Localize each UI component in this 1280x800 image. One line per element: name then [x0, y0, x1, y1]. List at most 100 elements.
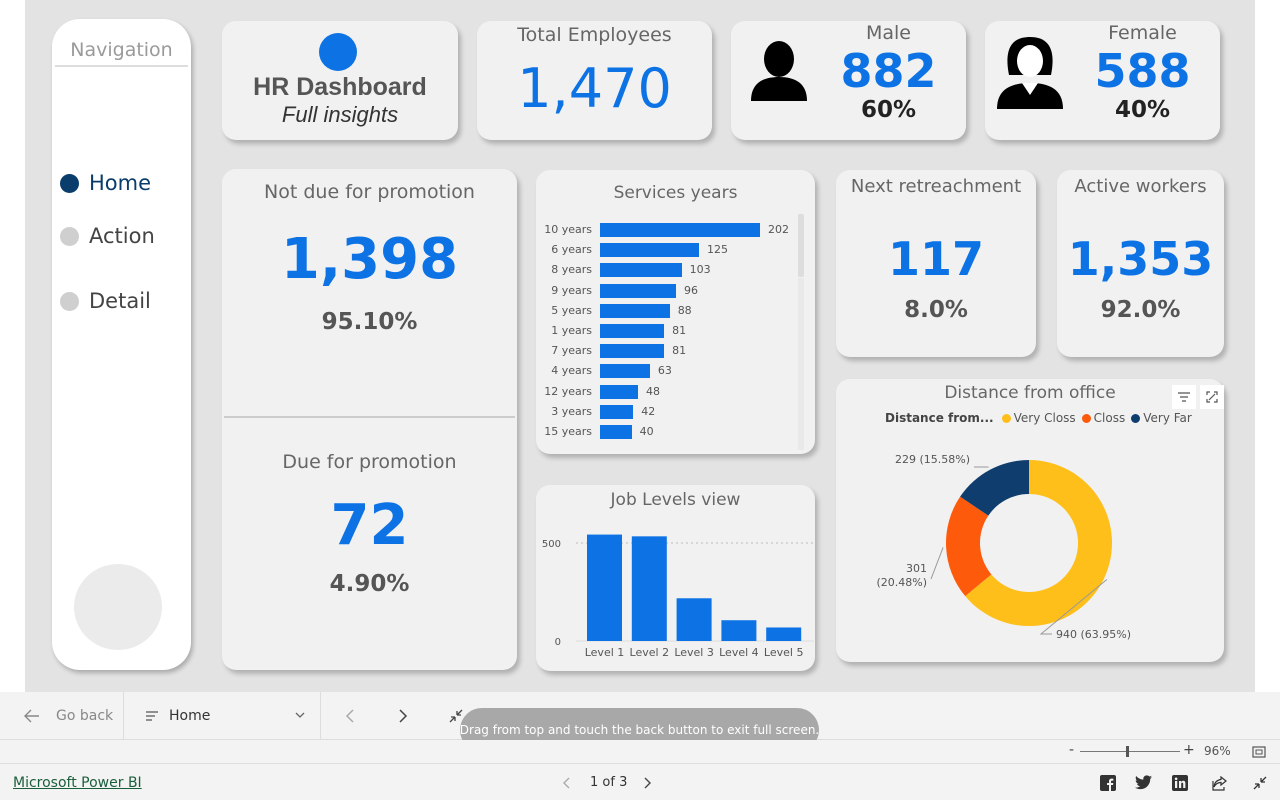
next-page-icon[interactable] — [398, 709, 408, 723]
dashboard-subtitle: Full insights — [281, 102, 399, 127]
job-levels-card: Job Levels view 500 0 Level 1 Level 2 Level … — [536, 485, 815, 671]
due-title: Due for promotion — [282, 451, 457, 473]
service-year-bar[interactable] — [600, 404, 634, 419]
linkedin-icon[interactable] — [1172, 775, 1188, 791]
job-level-bar[interactable] — [766, 627, 802, 641]
x-tick-label: Level 1 — [585, 646, 625, 659]
card-title: Active workers — [1074, 176, 1207, 197]
service-year-bar[interactable] — [600, 324, 665, 338]
bar-value-label: 81 — [672, 344, 687, 358]
donut-data-label: 301 (20.48%) — [876, 562, 927, 589]
zoom-bar: - + 96% — [0, 740, 1280, 764]
pager-previous-icon[interactable] — [562, 777, 570, 789]
retreachment-card: Next retreachment 117 8.0% — [836, 170, 1036, 357]
twitter-icon[interactable] — [1135, 775, 1152, 790]
y-tick-label: 500 — [542, 539, 561, 550]
go-back-label: Go back — [56, 708, 114, 724]
active-workers-value: 1,353 — [1067, 232, 1214, 286]
chevron-down-icon — [295, 712, 305, 718]
navigation-panel: Navigation Home Action Detail — [52, 19, 191, 670]
footer-bar: Microsoft Power BI 1 of 3 — [0, 764, 1280, 800]
bar-value-label: 103 — [689, 263, 711, 277]
exit-fullscreen-footer-icon[interactable] — [1253, 776, 1267, 790]
page-select-value: Home — [169, 708, 211, 724]
distance-card: Distance from office Distance from... Ve… — [836, 379, 1224, 662]
chart-scrollbar[interactable] — [798, 214, 804, 277]
bar-category-label: 6 years — [551, 243, 592, 257]
bar-value-label: 88 — [677, 303, 692, 317]
x-tick-label: Level 2 — [630, 646, 670, 659]
job-level-bar[interactable] — [587, 534, 622, 641]
nav-item-label: Home — [89, 171, 152, 195]
service-year-bar[interactable] — [600, 263, 682, 278]
bar-category-label: 8 years — [551, 263, 592, 277]
job-level-bar[interactable] — [676, 598, 712, 641]
bar-value-label: 81 — [672, 324, 687, 337]
card-title: Female — [1108, 22, 1177, 44]
bar-category-label: 9 years — [551, 283, 592, 297]
go-back-button[interactable]: Go back — [24, 708, 113, 724]
service-year-bar[interactable] — [600, 283, 677, 298]
bar-category-label: 5 years — [551, 303, 592, 317]
previous-page-icon[interactable] — [345, 709, 355, 723]
male-person-icon — [751, 41, 807, 101]
navigation-divider — [55, 65, 188, 67]
nav-item-home[interactable]: Home — [60, 171, 151, 195]
not-due-title: Not due for promotion — [264, 181, 475, 203]
service-year-bar[interactable] — [600, 243, 699, 258]
bar-value-label: 42 — [641, 404, 656, 418]
nav-item-detail[interactable]: Detail — [60, 289, 151, 313]
fit-to-page-icon[interactable] — [1252, 746, 1266, 758]
bar-value-label: 40 — [639, 425, 654, 438]
due-pct: 4.90% — [329, 571, 410, 597]
bar-category-label: 10 years — [544, 223, 592, 236]
bar-category-label: 7 years — [551, 344, 592, 358]
facebook-icon[interactable] — [1100, 775, 1116, 791]
services-years-card: Services years 10 years 202 6 years 125 8 ye… — [536, 170, 815, 454]
card-title: Male — [865, 22, 911, 44]
due-value: 72 — [330, 493, 409, 558]
bar-value-label: 63 — [657, 364, 672, 378]
logo-circle-icon — [319, 33, 357, 71]
female-pct: 40% — [1114, 97, 1171, 123]
retreachment-value: 117 — [887, 232, 985, 286]
service-year-bar[interactable] — [600, 364, 650, 379]
service-year-bar[interactable] — [600, 223, 760, 237]
bar-value-label: 202 — [768, 223, 789, 236]
divider — [123, 692, 124, 740]
zoom-in-button[interactable]: + — [1183, 742, 1195, 758]
service-year-bar[interactable] — [600, 303, 670, 318]
zoom-slider-track[interactable] — [1080, 751, 1180, 752]
nav-item-action[interactable]: Action — [60, 224, 155, 248]
action-dot-icon — [60, 226, 79, 246]
female-person-icon — [997, 37, 1063, 109]
job-level-bar[interactable] — [631, 536, 667, 641]
share-icon[interactable] — [1212, 775, 1228, 791]
bar-value-label: 125 — [707, 243, 728, 257]
page-indicator: 1 of 3 — [590, 775, 628, 790]
active-workers-card: Active workers 1,353 92.0% — [1057, 170, 1224, 357]
pager-next-icon[interactable] — [644, 777, 652, 789]
service-year-bar[interactable] — [600, 425, 632, 439]
power-bi-link[interactable]: Microsoft Power BI — [13, 775, 142, 791]
zoom-slider-thumb[interactable] — [1126, 746, 1129, 757]
bar-value-label: 48 — [646, 384, 661, 398]
female-value: 588 — [1094, 44, 1191, 98]
bar-category-label: 3 years — [551, 404, 592, 418]
page-select-dropdown[interactable]: Home — [145, 706, 305, 726]
total-employees-value: 1,470 — [517, 57, 672, 120]
active-workers-pct: 92.0% — [1100, 297, 1181, 323]
zoom-out-button[interactable]: - — [1069, 742, 1074, 758]
navigation-title: Navigation — [70, 39, 173, 61]
service-year-bar[interactable] — [600, 384, 639, 399]
job-level-bar[interactable] — [721, 620, 757, 641]
retreachment-pct: 8.0% — [904, 297, 968, 323]
male-card: Male 882 60% — [731, 21, 966, 140]
home-dot-icon — [60, 173, 79, 193]
logo-card: HR Dashboard Full insights — [222, 21, 458, 140]
page-list-icon — [146, 711, 158, 721]
promotion-divider — [224, 416, 515, 418]
service-year-bar[interactable] — [600, 344, 665, 359]
donut-data-label: 229 (15.58%) — [895, 453, 970, 466]
back-arrow-icon — [24, 709, 39, 723]
